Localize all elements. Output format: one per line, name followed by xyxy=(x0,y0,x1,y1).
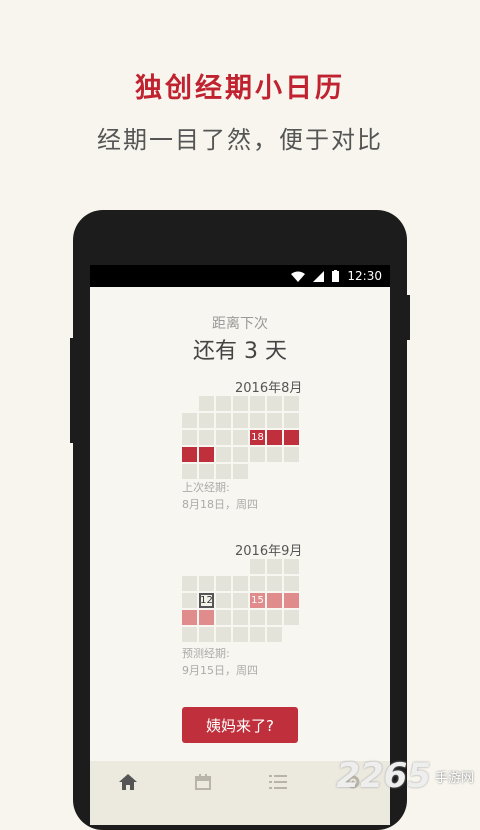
app-screen: 12:30 距离下次 还有 3 天 2016年8月 18 上次经期: 8月18日… xyxy=(90,265,390,825)
calendar-day-cell xyxy=(233,413,248,428)
promo-subtitle: 经期一目了然，便于对比 xyxy=(97,126,383,154)
calendar-day-cell xyxy=(284,610,299,625)
countdown-label: 距离下次 xyxy=(212,316,268,332)
calendar-day-cell xyxy=(216,627,231,642)
calendar-day-cell xyxy=(250,559,265,574)
calendar-day-cell xyxy=(199,430,214,445)
calendar-day-cell xyxy=(267,610,282,625)
countdown-text: 还有 3 天 xyxy=(193,339,287,364)
calendar-day-cell xyxy=(216,576,231,591)
battery-icon xyxy=(332,270,340,282)
calendar-day-cell xyxy=(233,593,248,608)
last-period-date: 8月18日，周四 xyxy=(182,498,258,511)
wifi-icon xyxy=(291,271,306,282)
watermark-number: 2265 xyxy=(336,756,431,796)
calendar-day-cell xyxy=(267,559,282,574)
calendar-day-cell xyxy=(216,447,231,462)
calendar-day-cell xyxy=(199,576,214,591)
calendar-day-cell xyxy=(216,430,231,445)
period-started-button[interactable]: 姨妈来了? xyxy=(182,707,298,743)
calendar-day-cell xyxy=(267,413,282,428)
predicted-period-date: 9月15日，周四 xyxy=(182,664,258,677)
calendar-month-title: 2016年8月 xyxy=(235,381,303,396)
calendar-day-cell xyxy=(182,610,197,625)
calendar-day-cell xyxy=(182,627,197,642)
calendar-day-cell xyxy=(267,447,282,462)
calendar-day-cell xyxy=(284,413,299,428)
calendar-day-cell xyxy=(216,413,231,428)
calendar-today-cell: 12 xyxy=(199,593,214,608)
calendar-day-cell xyxy=(199,464,214,479)
calendar-icon xyxy=(194,774,211,790)
calendar-day-cell xyxy=(267,396,282,411)
predicted-period-label: 预测经期: xyxy=(182,647,230,660)
calendar-day-cell xyxy=(199,627,214,642)
calendar-day-cell xyxy=(199,447,214,462)
home-icon xyxy=(118,774,137,790)
nav-tab-list[interactable] xyxy=(258,769,298,795)
calendar-month-title: 2016年9月 xyxy=(235,544,303,559)
status-bar: 12:30 xyxy=(90,265,390,287)
last-period-label: 上次经期: xyxy=(182,481,230,494)
calendar-day-cell xyxy=(250,413,265,428)
calendar-day-cell xyxy=(250,447,265,462)
calendar-day-cell xyxy=(216,396,231,411)
calendar-day-cell xyxy=(233,576,248,591)
calendar-day-cell xyxy=(199,413,214,428)
calendar-day-cell xyxy=(182,430,197,445)
nav-tab-calendar[interactable] xyxy=(183,769,223,795)
calendar-day-cell xyxy=(250,627,265,642)
status-time: 12:30 xyxy=(347,269,382,283)
calendar-day-cell xyxy=(233,447,248,462)
calendar-day-cell xyxy=(250,576,265,591)
calendar-day-cell xyxy=(267,430,282,445)
phone-side-button xyxy=(70,338,76,443)
calendar-day-cell xyxy=(182,576,197,591)
watermark-text: 手游网 xyxy=(434,770,474,786)
calendar-day-cell xyxy=(216,464,231,479)
phone-side-button xyxy=(404,295,410,340)
calendar-day-cell xyxy=(267,576,282,591)
calendar-day-cell xyxy=(267,593,282,608)
calendar-day-cell xyxy=(284,447,299,462)
list-icon xyxy=(268,775,287,789)
calendar-day-cell xyxy=(233,396,248,411)
calendar-day-cell xyxy=(284,559,299,574)
calendar-day-cell xyxy=(233,430,248,445)
calendar-day-cell xyxy=(216,593,231,608)
calendar-day-cell xyxy=(233,627,248,642)
calendar-day-cell xyxy=(267,627,282,642)
calendar-marked-day: 15 xyxy=(250,593,265,608)
nav-tab-home[interactable] xyxy=(108,769,148,795)
calendar-day-cell xyxy=(284,396,299,411)
calendar-day-cell xyxy=(182,593,197,608)
calendar-day-cell xyxy=(199,610,214,625)
calendar-day-cell xyxy=(216,610,231,625)
calendar-day-cell xyxy=(199,396,214,411)
calendar-day-cell xyxy=(233,464,248,479)
calendar-day-cell xyxy=(284,576,299,591)
calendar-day-cell xyxy=(182,413,197,428)
calendar-day-cell xyxy=(250,610,265,625)
calendar-day-cell xyxy=(284,430,299,445)
calendar-day-cell xyxy=(182,447,197,462)
signal-icon xyxy=(313,270,325,282)
calendar-day-cell xyxy=(250,396,265,411)
calendar-marked-day: 18 xyxy=(250,430,265,445)
calendar-day-cell xyxy=(284,593,299,608)
calendar-day-cell xyxy=(182,464,197,479)
watermark: 2265 手游网 xyxy=(336,756,474,796)
calendar-day-cell xyxy=(233,610,248,625)
promo-title: 独创经期小日历 xyxy=(135,73,345,104)
